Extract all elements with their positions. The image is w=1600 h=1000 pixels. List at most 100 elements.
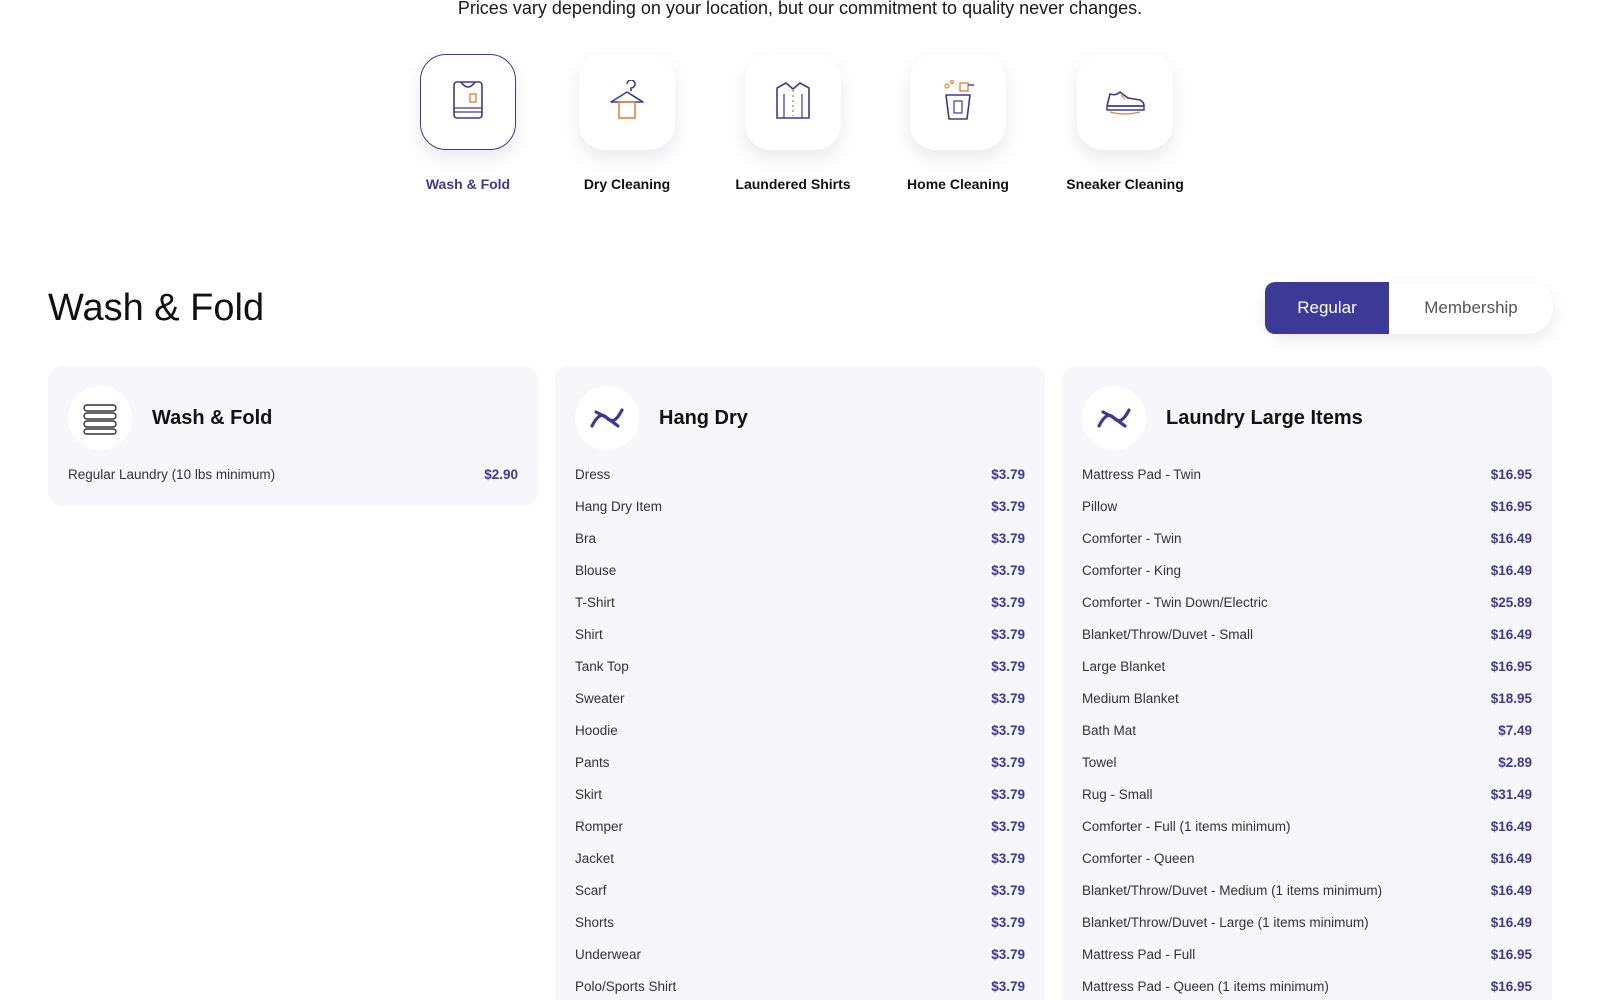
service-tab-wash-fold[interactable]: Wash & Fold	[398, 54, 538, 192]
price-row: Comforter - King $16.49	[1082, 554, 1532, 586]
item-price: $16.49	[1490, 562, 1532, 578]
item-price: $3.79	[991, 722, 1025, 738]
item-name: Pillow	[1082, 498, 1118, 514]
item-name: Bath Mat	[1082, 722, 1137, 738]
service-label: Dry Cleaning	[583, 176, 671, 192]
item-name: Shorts	[575, 914, 615, 930]
card-header: Hang Dry	[575, 386, 1025, 450]
service-tab-dry-cleaning[interactable]: Dry Cleaning	[557, 54, 697, 192]
item-price: $16.49	[1490, 626, 1532, 642]
item-name: Sweater	[575, 690, 625, 706]
card-title: Laundry Large Items	[1166, 406, 1363, 429]
price-row: Blouse $3.79	[575, 554, 1025, 586]
price-row: Hoodie $3.79	[575, 714, 1025, 746]
price-row: Blanket/Throw/Duvet - Small $16.49	[1082, 618, 1532, 650]
item-price: $2.89	[1498, 754, 1532, 770]
item-name: Rug - Small	[1082, 786, 1153, 802]
brand-logo-icon	[575, 386, 639, 450]
service-tile[interactable]	[1077, 54, 1173, 150]
item-price: $3.79	[991, 658, 1025, 674]
price-row: Sweater $3.79	[575, 682, 1025, 714]
shirt-icon	[773, 80, 813, 125]
item-price: $25.89	[1490, 594, 1532, 610]
service-label: Laundered Shirts	[735, 176, 851, 192]
item-price: $3.79	[991, 946, 1025, 962]
item-price: $3.79	[991, 626, 1025, 642]
item-name: Shirt	[575, 626, 603, 642]
item-name: Blanket/Throw/Duvet - Large (1 items min…	[1082, 914, 1369, 930]
cleaning-bucket-icon	[938, 79, 978, 126]
item-price: $3.79	[991, 754, 1025, 770]
price-row: T-Shirt $3.79	[575, 586, 1025, 618]
card-title: Hang Dry	[659, 406, 748, 429]
item-name: Tank Top	[575, 658, 629, 674]
service-tile[interactable]	[579, 54, 675, 150]
item-name: Medium Blanket	[1082, 690, 1179, 706]
item-price: $3.79	[991, 530, 1025, 546]
laundry-bag-icon	[451, 80, 485, 125]
item-name: Underwear	[575, 946, 642, 962]
item-name: Romper	[575, 818, 624, 834]
item-price: $16.95	[1490, 658, 1532, 674]
item-name: Dress	[575, 466, 611, 482]
price-card-wash-fold: Wash & Fold Regular Laundry (10 lbs mini…	[48, 366, 538, 506]
price-row: Rug - Small $31.49	[1082, 778, 1532, 810]
price-row: Blanket/Throw/Duvet - Medium (1 items mi…	[1082, 874, 1532, 906]
item-price: $3.79	[991, 914, 1025, 930]
item-name: Comforter - King	[1082, 562, 1182, 578]
service-tab-home-cleaning[interactable]: Home Cleaning	[888, 54, 1028, 192]
regular-button[interactable]: Regular	[1265, 282, 1389, 334]
item-name: Blanket/Throw/Duvet - Medium (1 items mi…	[1082, 882, 1383, 898]
item-price: $2.90	[484, 466, 518, 482]
item-price: $16.95	[1490, 978, 1532, 994]
brand-logo-icon	[1082, 386, 1146, 450]
card-title: Wash & Fold	[152, 406, 273, 429]
service-label: Home Cleaning	[907, 176, 1009, 192]
item-price: $3.79	[991, 786, 1025, 802]
service-tile[interactable]	[745, 54, 841, 150]
pricing-toggle[interactable]: Regular Membership	[1265, 282, 1553, 334]
item-name: Comforter - Full (1 items minimum)	[1082, 818, 1291, 834]
price-row: Tank Top $3.79	[575, 650, 1025, 682]
price-row: Mattress Pad - Full $16.95	[1082, 938, 1532, 970]
item-price: $3.79	[991, 466, 1025, 482]
price-row: Pillow $16.95	[1082, 490, 1532, 522]
price-card-hang-dry: Hang Dry Dress $3.79 Hang Dry Item $3.79 Bra…	[555, 366, 1045, 1000]
card-header: Wash & Fold	[68, 386, 518, 450]
item-name: Jacket	[575, 850, 615, 866]
item-price: $16.49	[1490, 914, 1532, 930]
service-tile[interactable]	[420, 54, 516, 150]
item-name: Towel	[1082, 754, 1117, 770]
item-price: $16.95	[1490, 498, 1532, 514]
price-row: Scarf $3.79	[575, 874, 1025, 906]
price-row: Jacket $3.79	[575, 842, 1025, 874]
item-price: $3.79	[991, 562, 1025, 578]
price-row: Polo/Sports Shirt $3.79	[575, 970, 1025, 1000]
item-name: Comforter - Queen	[1082, 850, 1195, 866]
service-tab-sneaker-cleaning[interactable]: Sneaker Cleaning	[1055, 54, 1195, 192]
item-price: $16.49	[1490, 818, 1532, 834]
price-row: Comforter - Twin Down/Electric $25.89	[1082, 586, 1532, 618]
price-list: Dress $3.79 Hang Dry Item $3.79 Bra $3.79 Blou…	[575, 458, 1025, 1000]
item-price: $16.95	[1490, 946, 1532, 962]
item-name: Scarf	[575, 882, 607, 898]
item-price: $3.79	[991, 850, 1025, 866]
hanger-icon	[607, 78, 647, 125]
item-price: $16.95	[1490, 466, 1532, 482]
item-name: Hang Dry Item	[575, 498, 663, 514]
service-tile[interactable]	[910, 54, 1006, 150]
folded-clothes-icon	[68, 386, 132, 450]
price-row: Underwear $3.79	[575, 938, 1025, 970]
price-card-laundry-large-items: Laundry Large Items Mattress Pad - Twin $…	[1062, 366, 1552, 1000]
item-price: $16.49	[1490, 850, 1532, 866]
membership-button[interactable]: Membership	[1389, 282, 1553, 334]
item-name: Skirt	[575, 786, 602, 802]
price-row: Dress $3.79	[575, 458, 1025, 490]
item-price: $16.49	[1490, 530, 1532, 546]
price-list: Regular Laundry (10 lbs minimum) $2.90	[68, 458, 518, 490]
service-tab-laundered-shirts[interactable]: Laundered Shirts	[723, 54, 863, 192]
item-name: Blanket/Throw/Duvet - Small	[1082, 626, 1254, 642]
item-name: Mattress Pad - Queen (1 items minimum)	[1082, 978, 1329, 994]
item-price: $16.49	[1490, 882, 1532, 898]
item-name: Large Blanket	[1082, 658, 1166, 674]
